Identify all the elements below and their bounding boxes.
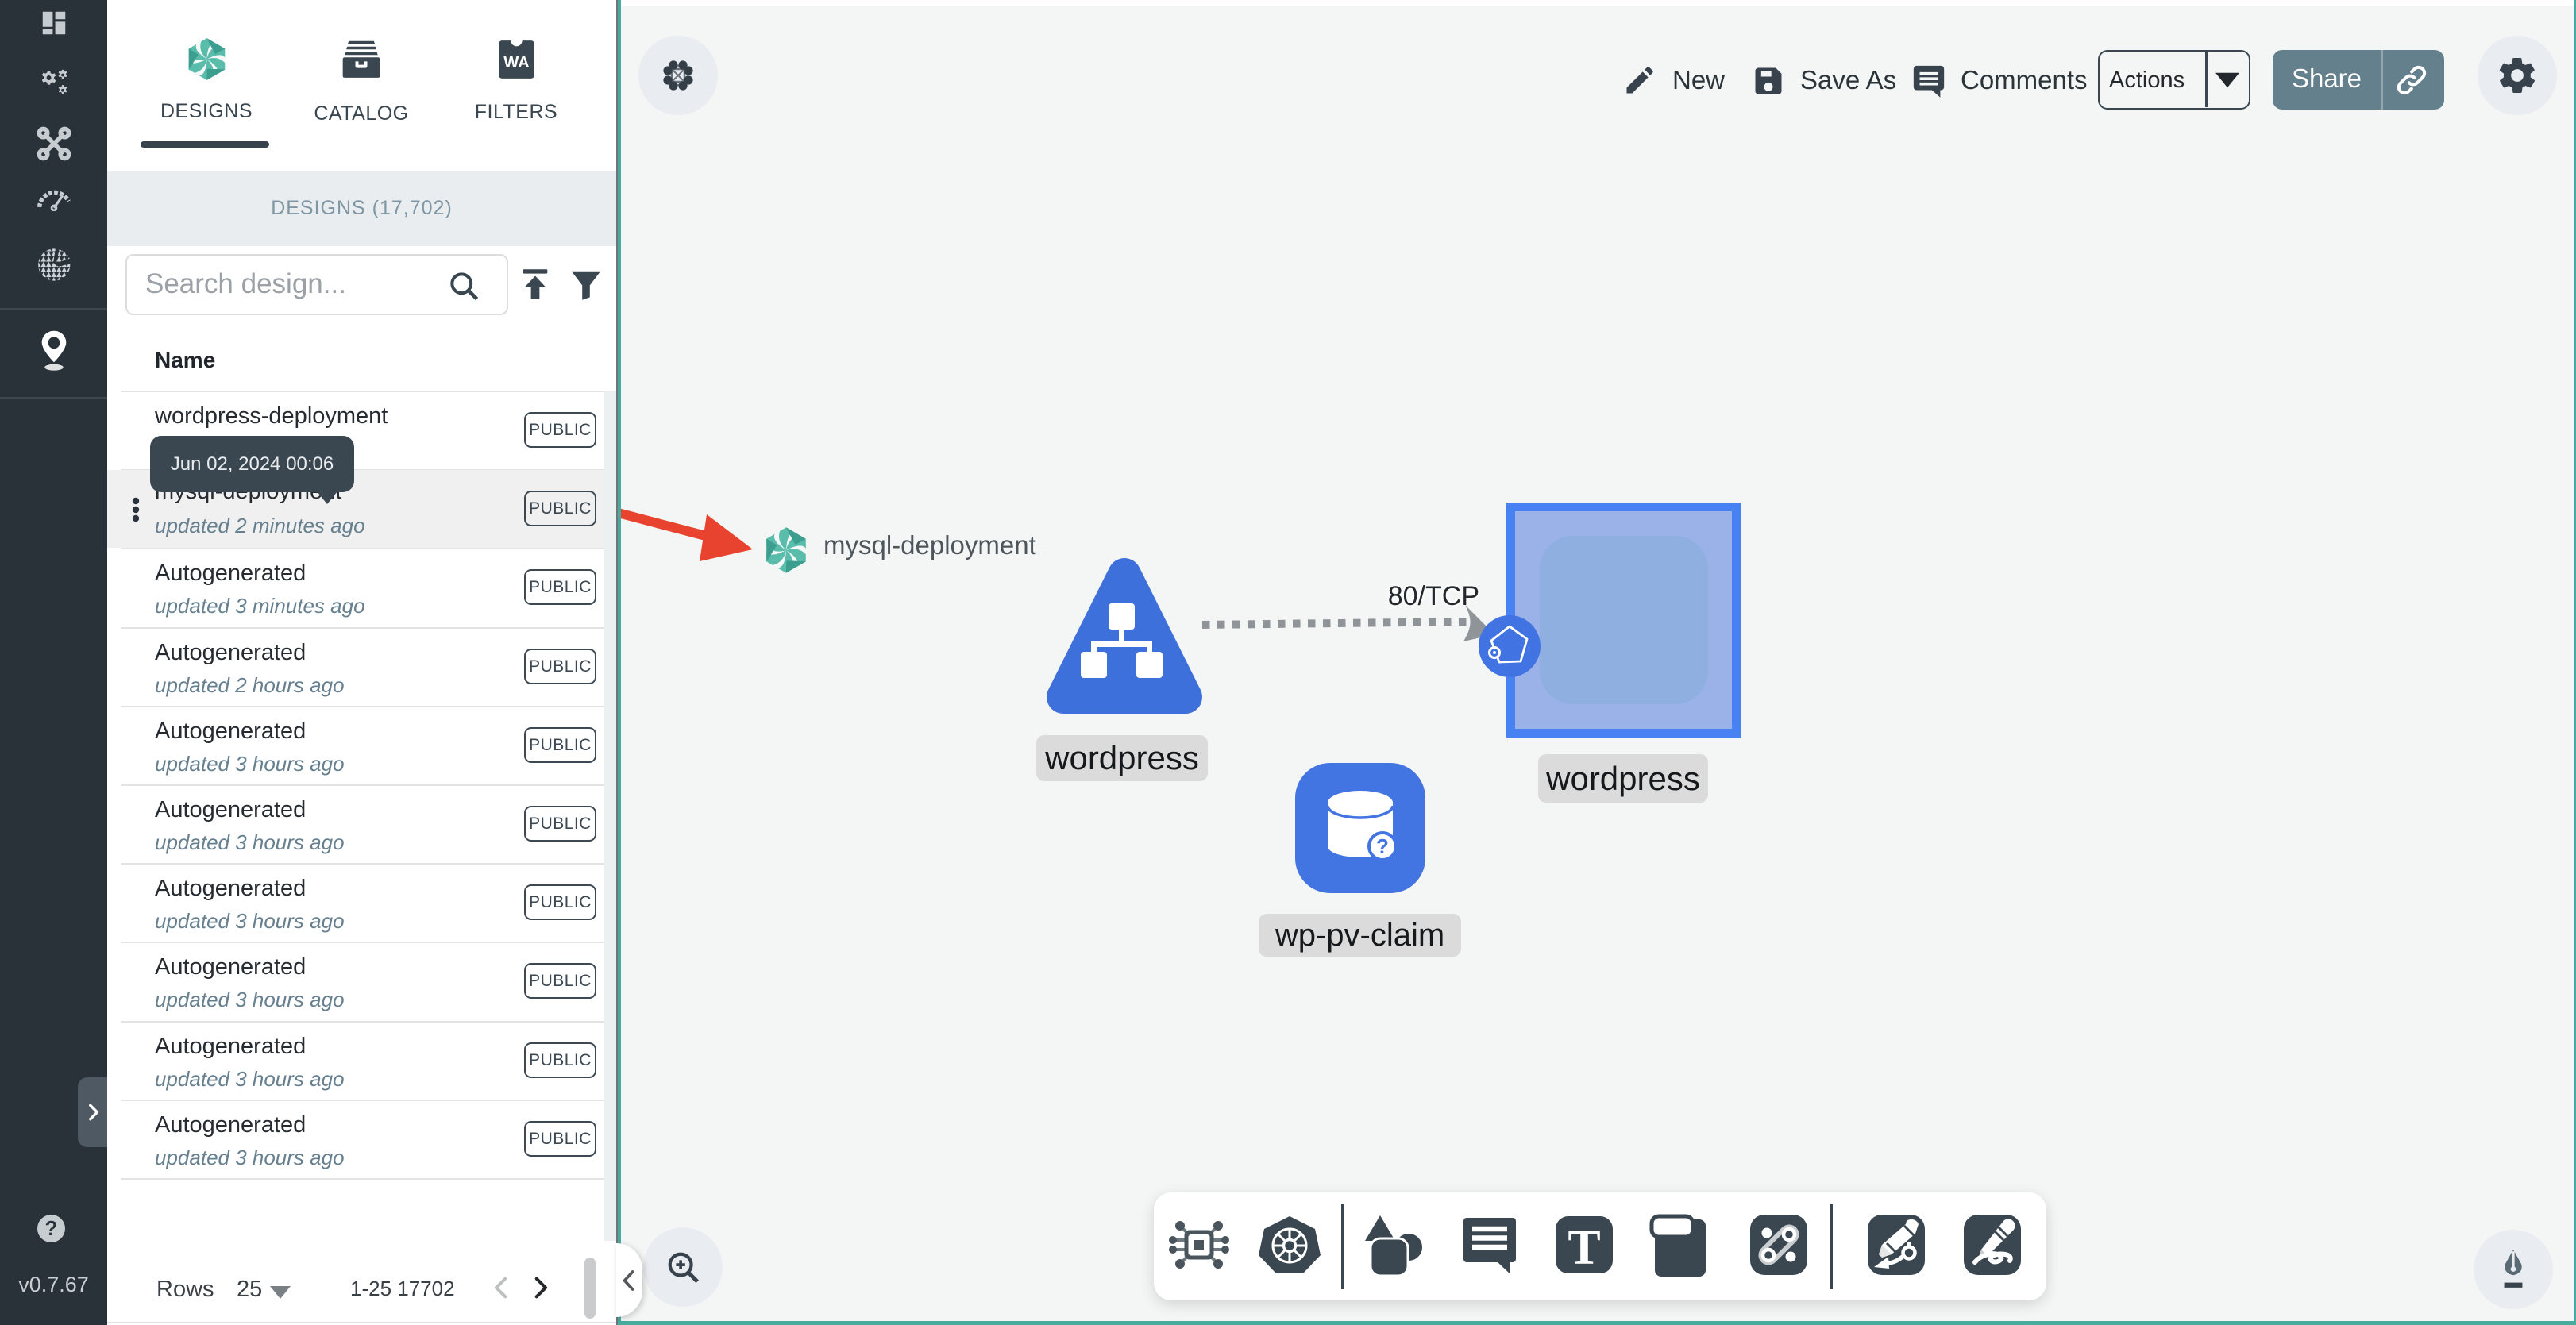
svg-text:?: ? (1376, 834, 1389, 858)
svg-text:WA: WA (503, 54, 530, 71)
svg-text:T: T (1568, 1221, 1600, 1275)
